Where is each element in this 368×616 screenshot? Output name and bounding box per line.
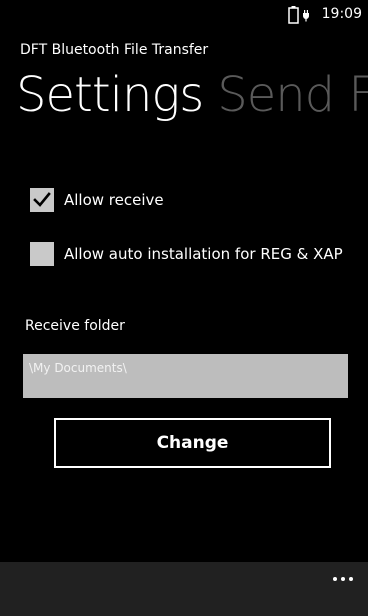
phone-screen: 19:09 DFT Bluetooth File Transfer Settin… (0, 0, 368, 616)
status-bar: 19:09 (0, 0, 368, 30)
allow-auto-install-row[interactable]: Allow auto installation for REG & XAP (30, 241, 343, 267)
app-title: DFT Bluetooth File Transfer (20, 42, 209, 58)
receive-folder-label: Receive folder (25, 318, 125, 334)
pivot-tab-send[interactable]: Send F (217, 62, 368, 128)
pivot-tab-settings[interactable]: Settings (16, 62, 204, 128)
allow-receive-row[interactable]: Allow receive (30, 187, 164, 213)
battery-charging-icon (287, 5, 313, 25)
pivot-headers: Settings Send F (16, 62, 368, 132)
allow-auto-install-checkbox[interactable] (30, 242, 54, 266)
allow-receive-checkbox[interactable] (30, 188, 54, 212)
ellipsis-icon[interactable] (332, 568, 354, 581)
receive-folder-input[interactable]: \My Documents\ (23, 354, 348, 398)
checkmark-icon (33, 192, 51, 207)
app-bar (0, 562, 368, 616)
allow-auto-install-label: Allow auto installation for REG & XAP (64, 245, 343, 263)
change-button[interactable]: Change (54, 418, 331, 468)
allow-receive-label: Allow receive (64, 191, 164, 209)
status-time: 19:09 (321, 6, 362, 22)
